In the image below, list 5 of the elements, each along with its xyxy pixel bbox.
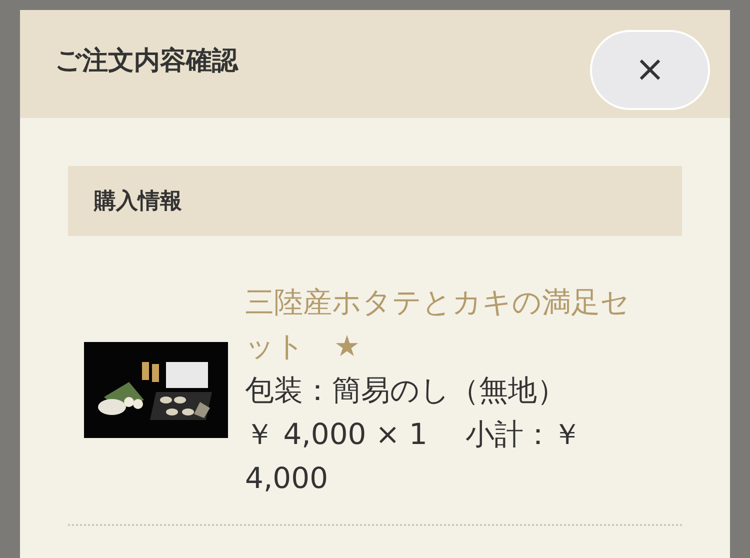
modal-title: ご注文内容確認 — [55, 44, 238, 78]
price-text: ￥ 4,000 × 1 小計：￥ 4,000 — [245, 416, 583, 497]
section-title: 購入情報 — [94, 188, 182, 216]
close-button[interactable]: × — [590, 30, 710, 110]
wrapping-text: 包装：簡易のし（無地） — [245, 372, 567, 409]
